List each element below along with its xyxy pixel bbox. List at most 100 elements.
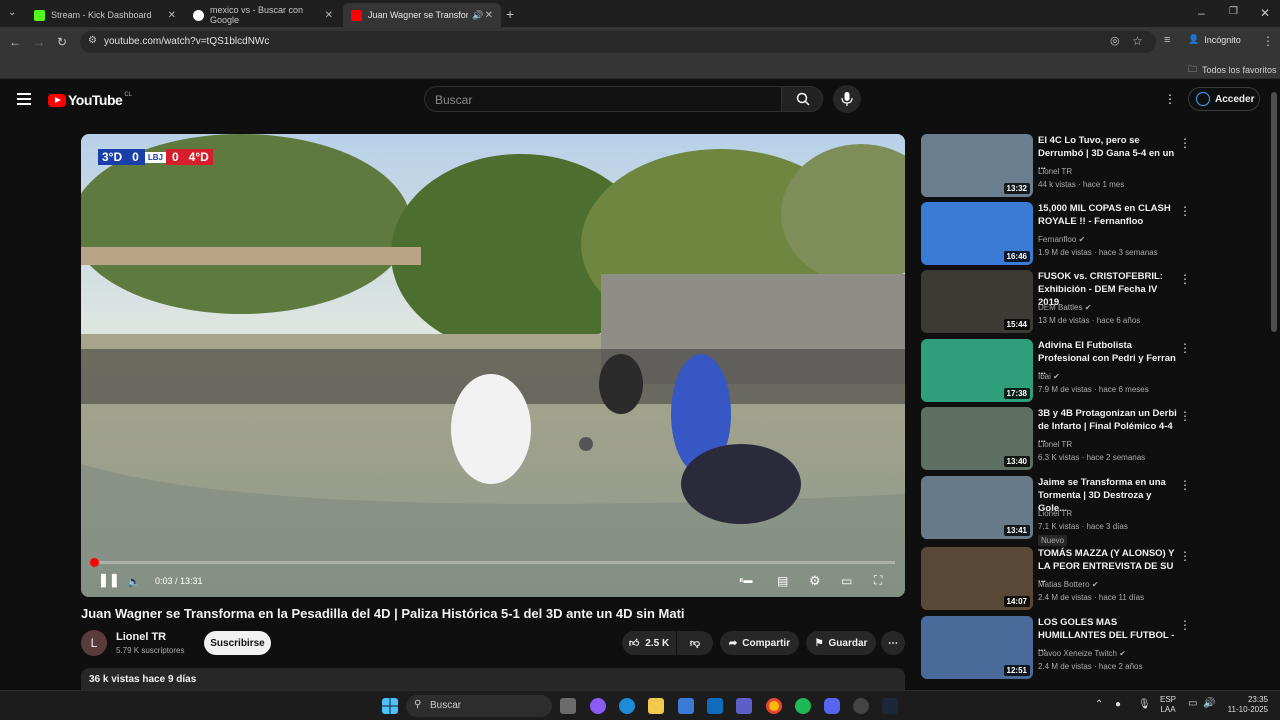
recommended-channel[interactable]: Ibai ✔ (1038, 372, 1060, 381)
volume-icon[interactable]: 🔈 (127, 575, 141, 588)
volume-icon[interactable]: 🔊 (1203, 698, 1215, 709)
theater-mode-icon[interactable]: ▭ (841, 574, 852, 588)
eye-off-icon[interactable]: ◎ (1110, 36, 1120, 47)
scrubber-handle[interactable] (90, 558, 99, 567)
recommended-video[interactable]: 16:46 15,000 MIL COPAS en CLASH ROYALE !!… (921, 202, 1261, 266)
recommended-channel[interactable]: Matias Bottero ✔ (1038, 580, 1099, 589)
save-button[interactable]: ⚑ Guardar (806, 631, 876, 655)
recommended-channel[interactable]: DEM Battles ✔ (1038, 303, 1091, 312)
autoplay-toggle-icon[interactable]: ⏸▬ (739, 575, 753, 586)
steam-icon[interactable] (882, 698, 898, 714)
language-indicator[interactable]: ESP LAA (1160, 695, 1176, 715)
store-icon[interactable] (678, 698, 694, 714)
recommended-title[interactable]: 15,000 MIL COPAS en CLASH ROYALE !! - Fe… (1038, 202, 1178, 228)
video-thumbnail[interactable]: 15:44 (921, 270, 1033, 333)
speaker-icon[interactable]: 🔊 (472, 10, 483, 21)
settings-gear-icon[interactable]: ⚙ (809, 573, 821, 589)
more-vertical-icon[interactable]: ⋮ (1179, 204, 1191, 218)
recommended-video[interactable]: 13:40 3B y 4B Protagonizan un Derbi de In… (921, 407, 1261, 471)
window-close-icon[interactable]: ✕ (1260, 7, 1270, 19)
video-thumbnail[interactable]: 17:38 (921, 339, 1033, 402)
channel-name[interactable]: Lionel TR (116, 631, 166, 643)
minimize-icon[interactable]: – (1198, 7, 1205, 19)
recommended-video[interactable]: 14:07 TOMÁS MAZZA (Y ALONSO) Y LA PEOR EN… (921, 547, 1261, 611)
youtube-logo[interactable]: YouTube CL (48, 92, 132, 108)
file-explorer-icon[interactable] (648, 698, 664, 714)
voice-search-button[interactable] (833, 85, 861, 113)
recommended-video[interactable]: 13:32 El 4C Lo Tuvo, pero se Derrumbó | 3… (921, 134, 1261, 198)
video-thumbnail[interactable]: 12:51 (921, 616, 1033, 679)
reload-icon[interactable]: ↻ (57, 36, 67, 48)
outlook-icon[interactable] (707, 698, 723, 714)
recommended-video[interactable]: 13:41 Jaime se Transforma en una Tormenta… (921, 476, 1261, 546)
clock[interactable]: 23:35 11-10-2025 (1222, 695, 1268, 715)
tab-google[interactable]: mexico vs - Buscar con Google ✕ (185, 3, 341, 27)
recommended-video[interactable]: 15:44 FUSOK vs. CRISTOFEBRIL: Exhibición … (921, 270, 1261, 334)
channel-avatar[interactable]: L (81, 630, 107, 656)
video-thumbnail[interactable]: 14:07 (921, 547, 1033, 610)
page-scrollbar[interactable] (1271, 92, 1277, 332)
chrome-menu-icon[interactable]: ⋮ (1262, 35, 1274, 47)
site-info-icon[interactable]: ⚙ (88, 36, 97, 46)
back-icon[interactable]: ← (9, 36, 21, 48)
new-tab-icon[interactable]: + (506, 7, 514, 21)
more-vertical-icon[interactable]: ⋮ (1179, 409, 1191, 423)
taskbar-search[interactable]: ⚲ Buscar (406, 695, 552, 717)
close-icon[interactable]: ✕ (485, 10, 493, 21)
recommended-video[interactable]: 17:38 Adivina El Futbolista Profesional c… (921, 339, 1261, 403)
address-bar[interactable]: ⚙ youtube.com/watch?v=tQS1blcdNWc ◎ ☆ (80, 31, 1156, 53)
recommended-video[interactable]: 12:51 LOS GOLES MAS HUMILLANTES DEL FUTBO… (921, 616, 1261, 680)
close-icon[interactable]: ✕ (168, 10, 176, 21)
all-bookmarks[interactable]: 🗀 Todos los favoritos (1188, 62, 1277, 78)
share-button[interactable]: ➦ Compartir (720, 631, 799, 655)
like-button[interactable]: 👍︎ 2.5 K (622, 631, 676, 655)
network-icon[interactable]: ▭ (1188, 698, 1197, 709)
description-box[interactable]: 36 k vistas hace 9 días (81, 668, 905, 690)
pause-icon[interactable]: ❚❚ (98, 572, 120, 588)
star-icon[interactable]: ☆ (1132, 35, 1143, 47)
recommended-channel[interactable]: Lionel TR (1038, 167, 1072, 176)
hamburger-menu-icon[interactable] (17, 93, 31, 105)
copilot-icon[interactable] (590, 698, 606, 714)
more-vertical-icon[interactable]: ⋮ (1179, 272, 1191, 286)
more-vertical-icon[interactable]: ⋮ (1179, 478, 1191, 492)
video-player[interactable]: 3°D 0 LBJ 0 4°D ❚❚ 🔈 0:03 / 13:31 ⏸▬ ▤ ⚙… (81, 134, 905, 597)
close-icon[interactable]: ✕ (325, 10, 333, 21)
chrome-icon[interactable] (766, 698, 782, 714)
recommended-channel[interactable]: Fernanfloo ✔ (1038, 235, 1085, 244)
more-vertical-icon[interactable]: ⋮ (1179, 136, 1191, 150)
video-thumbnail[interactable]: 13:40 (921, 407, 1033, 470)
video-thumbnail[interactable]: 13:32 (921, 134, 1033, 197)
recommended-channel[interactable]: Lionel TR (1038, 440, 1072, 449)
forward-icon[interactable]: → (33, 36, 45, 48)
discord-icon[interactable] (824, 698, 840, 714)
dislike-button[interactable]: 👎︎ (677, 631, 713, 655)
video-thumbnail[interactable]: 16:46 (921, 202, 1033, 265)
incognito-indicator[interactable]: 👤 Incógnito (1188, 34, 1241, 45)
search-input[interactable]: Buscar (424, 86, 782, 112)
recommended-channel[interactable]: Lionel TR (1038, 509, 1072, 518)
progress-bar[interactable] (90, 558, 895, 567)
subscribe-button[interactable]: Suscribirse (204, 631, 271, 655)
more-vertical-icon[interactable]: ⋮ (1179, 549, 1191, 563)
more-vertical-icon[interactable]: ⋮ (1179, 618, 1191, 632)
edge-icon[interactable] (619, 698, 635, 714)
subtitles-icon[interactable]: ▤ (777, 574, 788, 588)
tab-search-icon[interactable]: ⌄ (8, 8, 16, 18)
task-view-icon[interactable] (560, 698, 576, 714)
tray-chevron-icon[interactable]: ⌃ (1095, 699, 1103, 710)
windows-start-icon[interactable] (382, 698, 398, 714)
more-actions-button[interactable]: ⋯ (881, 631, 905, 655)
teams-icon[interactable] (736, 698, 752, 714)
sign-in-button[interactable]: Acceder (1188, 87, 1260, 111)
tab-kick[interactable]: Stream - Kick Dashboard ✕ (26, 3, 184, 27)
media-control-icon[interactable]: ≡ (1164, 35, 1170, 46)
settings-dots-icon[interactable]: ⋮ (1164, 93, 1176, 105)
recommended-channel[interactable]: Davoo Xeneize Twitch ✔ (1038, 649, 1126, 658)
video-thumbnail[interactable]: 13:41 (921, 476, 1033, 539)
restore-icon[interactable]: ❐ (1229, 7, 1238, 17)
search-button[interactable] (781, 86, 823, 112)
tray-app-icon[interactable]: ● (1115, 699, 1121, 710)
spotify-icon[interactable] (795, 698, 811, 714)
obs-icon[interactable] (853, 698, 869, 714)
